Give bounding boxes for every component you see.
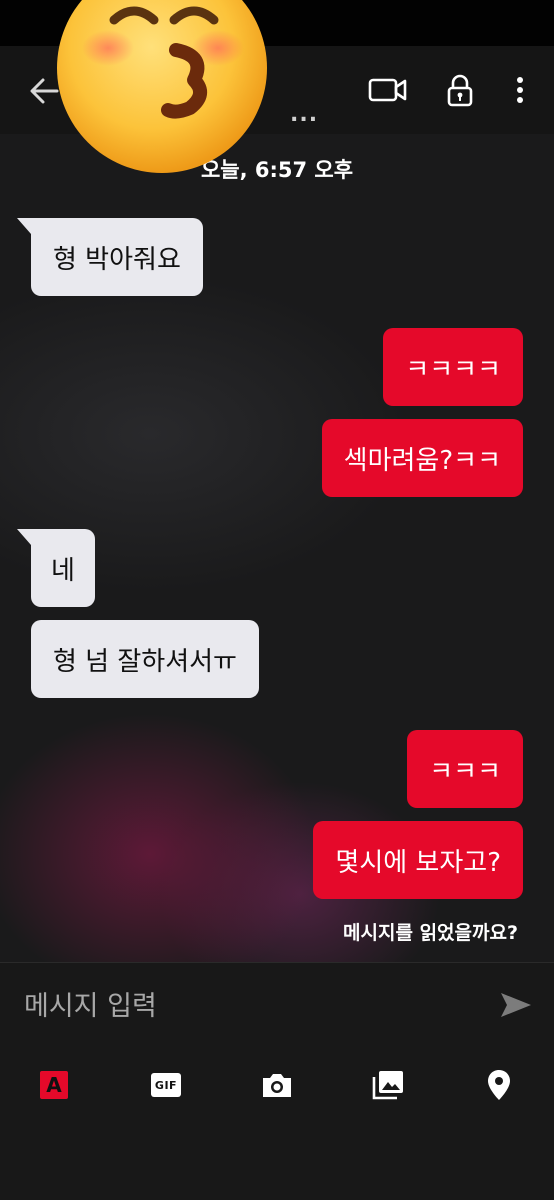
camera-button[interactable] [253,1063,301,1107]
read-receipt-status: 메시지를 읽었을까요? [343,922,518,944]
outgoing-message[interactable]: 몇시에 보자고? [313,821,523,899]
outgoing-message[interactable]: ㅋㅋㅋ [407,730,523,808]
video-call-button[interactable] [364,72,412,108]
gallery-button[interactable] [364,1063,412,1107]
more-options-button[interactable] [504,72,536,108]
gif-icon: GIF [151,1073,181,1097]
incoming-message[interactable]: 형 넘 잘하셔서ㅠ [31,620,259,698]
arrow-left-icon [30,78,59,104]
outgoing-message[interactable]: ㅋㅋㅋㅋ [383,328,523,406]
message-input[interactable] [24,983,464,1029]
location-button[interactable] [475,1063,523,1107]
camera-icon [263,1074,291,1097]
lock-button[interactable] [440,72,480,108]
send-icon [501,993,531,1017]
video-call-icon [368,78,407,102]
location-pin-icon [488,1070,510,1100]
kissing-face-emoji [57,0,267,173]
incoming-message[interactable]: 네 [17,529,95,607]
chat-area[interactable]: 오늘, 6:57 오후 형 박아줘요 ㅋㅋㅋㅋ 섹마려움?ㅋㅋ 네 형 넘 잘하… [0,134,554,962]
lock-icon [447,74,473,107]
text-style-button[interactable]: A [30,1063,78,1107]
message-composer: A GIF [0,962,554,1200]
outgoing-message[interactable]: 섹마려움?ㅋㅋ [321,419,523,497]
gallery-icon [372,1071,403,1100]
incoming-message[interactable]: 형 박아줘요 [17,218,203,296]
contact-name[interactable]: ... [290,102,318,127]
send-button[interactable] [496,987,536,1023]
gif-button[interactable]: GIF [142,1063,190,1107]
more-vertical-icon [517,77,523,103]
text-style-icon: A [40,1071,68,1099]
